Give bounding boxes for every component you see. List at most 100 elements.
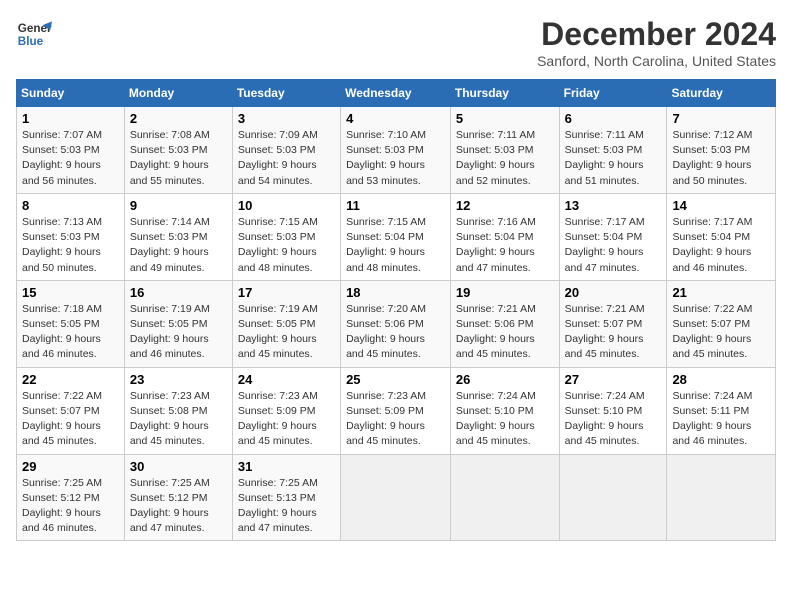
calendar-day-cell: 19 Sunrise: 7:21 AMSunset: 5:06 PMDaylig… — [450, 280, 559, 367]
day-detail: Sunrise: 7:13 AMSunset: 5:03 PMDaylight:… — [22, 216, 102, 274]
day-number: 21 — [672, 285, 770, 300]
calendar-day-cell: 24 Sunrise: 7:23 AMSunset: 5:09 PMDaylig… — [232, 367, 340, 454]
calendar-day-cell: 10 Sunrise: 7:15 AMSunset: 5:03 PMDaylig… — [232, 193, 340, 280]
day-detail: Sunrise: 7:17 AMSunset: 5:04 PMDaylight:… — [672, 216, 752, 274]
day-number: 5 — [456, 111, 554, 126]
calendar-day-cell: 6 Sunrise: 7:11 AMSunset: 5:03 PMDayligh… — [559, 107, 667, 194]
day-number: 13 — [565, 198, 662, 213]
calendar-day-cell: 20 Sunrise: 7:21 AMSunset: 5:07 PMDaylig… — [559, 280, 667, 367]
logo-icon: General Blue — [16, 16, 52, 52]
calendar-day-cell: 14 Sunrise: 7:17 AMSunset: 5:04 PMDaylig… — [667, 193, 776, 280]
day-number: 8 — [22, 198, 119, 213]
day-detail: Sunrise: 7:20 AMSunset: 5:06 PMDaylight:… — [346, 303, 426, 361]
day-number: 30 — [130, 459, 227, 474]
day-detail: Sunrise: 7:24 AMSunset: 5:11 PMDaylight:… — [672, 390, 752, 448]
calendar-day-cell: 27 Sunrise: 7:24 AMSunset: 5:10 PMDaylig… — [559, 367, 667, 454]
calendar-day-cell: 15 Sunrise: 7:18 AMSunset: 5:05 PMDaylig… — [17, 280, 125, 367]
day-detail: Sunrise: 7:16 AMSunset: 5:04 PMDaylight:… — [456, 216, 536, 274]
day-number: 26 — [456, 372, 554, 387]
calendar-day-cell: 12 Sunrise: 7:16 AMSunset: 5:04 PMDaylig… — [450, 193, 559, 280]
calendar-day-cell: 9 Sunrise: 7:14 AMSunset: 5:03 PMDayligh… — [124, 193, 232, 280]
day-number: 9 — [130, 198, 227, 213]
weekday-header: Friday — [559, 80, 667, 107]
day-detail: Sunrise: 7:08 AMSunset: 5:03 PMDaylight:… — [130, 129, 210, 187]
day-detail: Sunrise: 7:25 AMSunset: 5:12 PMDaylight:… — [130, 477, 210, 535]
weekday-header: Tuesday — [232, 80, 340, 107]
weekday-header: Sunday — [17, 80, 125, 107]
day-detail: Sunrise: 7:17 AMSunset: 5:04 PMDaylight:… — [565, 216, 645, 274]
calendar-day-cell: 18 Sunrise: 7:20 AMSunset: 5:06 PMDaylig… — [341, 280, 451, 367]
day-detail: Sunrise: 7:25 AMSunset: 5:13 PMDaylight:… — [238, 477, 318, 535]
day-detail: Sunrise: 7:15 AMSunset: 5:04 PMDaylight:… — [346, 216, 426, 274]
day-number: 12 — [456, 198, 554, 213]
day-detail: Sunrise: 7:15 AMSunset: 5:03 PMDaylight:… — [238, 216, 318, 274]
day-number: 11 — [346, 198, 445, 213]
day-detail: Sunrise: 7:12 AMSunset: 5:03 PMDaylight:… — [672, 129, 752, 187]
day-detail: Sunrise: 7:10 AMSunset: 5:03 PMDaylight:… — [346, 129, 426, 187]
calendar-day-cell — [450, 454, 559, 541]
day-number: 19 — [456, 285, 554, 300]
calendar-day-cell: 3 Sunrise: 7:09 AMSunset: 5:03 PMDayligh… — [232, 107, 340, 194]
calendar-day-cell: 1 Sunrise: 7:07 AMSunset: 5:03 PMDayligh… — [17, 107, 125, 194]
calendar-week-row: 29 Sunrise: 7:25 AMSunset: 5:12 PMDaylig… — [17, 454, 776, 541]
day-number: 14 — [672, 198, 770, 213]
weekday-header: Monday — [124, 80, 232, 107]
calendar-week-row: 22 Sunrise: 7:22 AMSunset: 5:07 PMDaylig… — [17, 367, 776, 454]
day-detail: Sunrise: 7:11 AMSunset: 5:03 PMDaylight:… — [565, 129, 644, 187]
calendar-week-row: 1 Sunrise: 7:07 AMSunset: 5:03 PMDayligh… — [17, 107, 776, 194]
calendar-day-cell: 11 Sunrise: 7:15 AMSunset: 5:04 PMDaylig… — [341, 193, 451, 280]
day-detail: Sunrise: 7:11 AMSunset: 5:03 PMDaylight:… — [456, 129, 535, 187]
location-subtitle: Sanford, North Carolina, United States — [537, 53, 776, 69]
day-number: 17 — [238, 285, 335, 300]
weekday-header: Thursday — [450, 80, 559, 107]
calendar-day-cell: 4 Sunrise: 7:10 AMSunset: 5:03 PMDayligh… — [341, 107, 451, 194]
calendar-day-cell: 28 Sunrise: 7:24 AMSunset: 5:11 PMDaylig… — [667, 367, 776, 454]
day-detail: Sunrise: 7:09 AMSunset: 5:03 PMDaylight:… — [238, 129, 318, 187]
day-number: 4 — [346, 111, 445, 126]
month-title: December 2024 — [537, 16, 776, 53]
day-number: 25 — [346, 372, 445, 387]
day-detail: Sunrise: 7:19 AMSunset: 5:05 PMDaylight:… — [130, 303, 210, 361]
day-detail: Sunrise: 7:24 AMSunset: 5:10 PMDaylight:… — [456, 390, 536, 448]
weekday-header: Saturday — [667, 80, 776, 107]
calendar-day-cell — [559, 454, 667, 541]
day-number: 20 — [565, 285, 662, 300]
calendar-day-cell: 31 Sunrise: 7:25 AMSunset: 5:13 PMDaylig… — [232, 454, 340, 541]
page-header: General Blue December 2024 Sanford, Nort… — [16, 16, 776, 69]
day-detail: Sunrise: 7:23 AMSunset: 5:09 PMDaylight:… — [346, 390, 426, 448]
day-number: 23 — [130, 372, 227, 387]
calendar-day-cell: 13 Sunrise: 7:17 AMSunset: 5:04 PMDaylig… — [559, 193, 667, 280]
day-number: 28 — [672, 372, 770, 387]
day-detail: Sunrise: 7:19 AMSunset: 5:05 PMDaylight:… — [238, 303, 318, 361]
weekday-header: Wednesday — [341, 80, 451, 107]
svg-text:Blue: Blue — [18, 35, 44, 48]
calendar-day-cell — [667, 454, 776, 541]
day-number: 31 — [238, 459, 335, 474]
day-number: 1 — [22, 111, 119, 126]
calendar-day-cell: 16 Sunrise: 7:19 AMSunset: 5:05 PMDaylig… — [124, 280, 232, 367]
logo: General Blue — [16, 16, 52, 52]
calendar-day-cell: 8 Sunrise: 7:13 AMSunset: 5:03 PMDayligh… — [17, 193, 125, 280]
day-detail: Sunrise: 7:18 AMSunset: 5:05 PMDaylight:… — [22, 303, 102, 361]
day-number: 6 — [565, 111, 662, 126]
day-detail: Sunrise: 7:22 AMSunset: 5:07 PMDaylight:… — [672, 303, 752, 361]
day-detail: Sunrise: 7:21 AMSunset: 5:06 PMDaylight:… — [456, 303, 536, 361]
day-number: 10 — [238, 198, 335, 213]
calendar-week-row: 15 Sunrise: 7:18 AMSunset: 5:05 PMDaylig… — [17, 280, 776, 367]
day-detail: Sunrise: 7:23 AMSunset: 5:09 PMDaylight:… — [238, 390, 318, 448]
day-number: 7 — [672, 111, 770, 126]
calendar-day-cell: 22 Sunrise: 7:22 AMSunset: 5:07 PMDaylig… — [17, 367, 125, 454]
day-number: 16 — [130, 285, 227, 300]
day-detail: Sunrise: 7:24 AMSunset: 5:10 PMDaylight:… — [565, 390, 645, 448]
day-number: 2 — [130, 111, 227, 126]
calendar-day-cell: 25 Sunrise: 7:23 AMSunset: 5:09 PMDaylig… — [341, 367, 451, 454]
calendar-week-row: 8 Sunrise: 7:13 AMSunset: 5:03 PMDayligh… — [17, 193, 776, 280]
calendar-day-cell: 2 Sunrise: 7:08 AMSunset: 5:03 PMDayligh… — [124, 107, 232, 194]
day-number: 27 — [565, 372, 662, 387]
day-number: 24 — [238, 372, 335, 387]
title-block: December 2024 Sanford, North Carolina, U… — [537, 16, 776, 69]
day-detail: Sunrise: 7:07 AMSunset: 5:03 PMDaylight:… — [22, 129, 102, 187]
day-detail: Sunrise: 7:25 AMSunset: 5:12 PMDaylight:… — [22, 477, 102, 535]
calendar-table: SundayMondayTuesdayWednesdayThursdayFrid… — [16, 79, 776, 541]
calendar-day-cell: 21 Sunrise: 7:22 AMSunset: 5:07 PMDaylig… — [667, 280, 776, 367]
